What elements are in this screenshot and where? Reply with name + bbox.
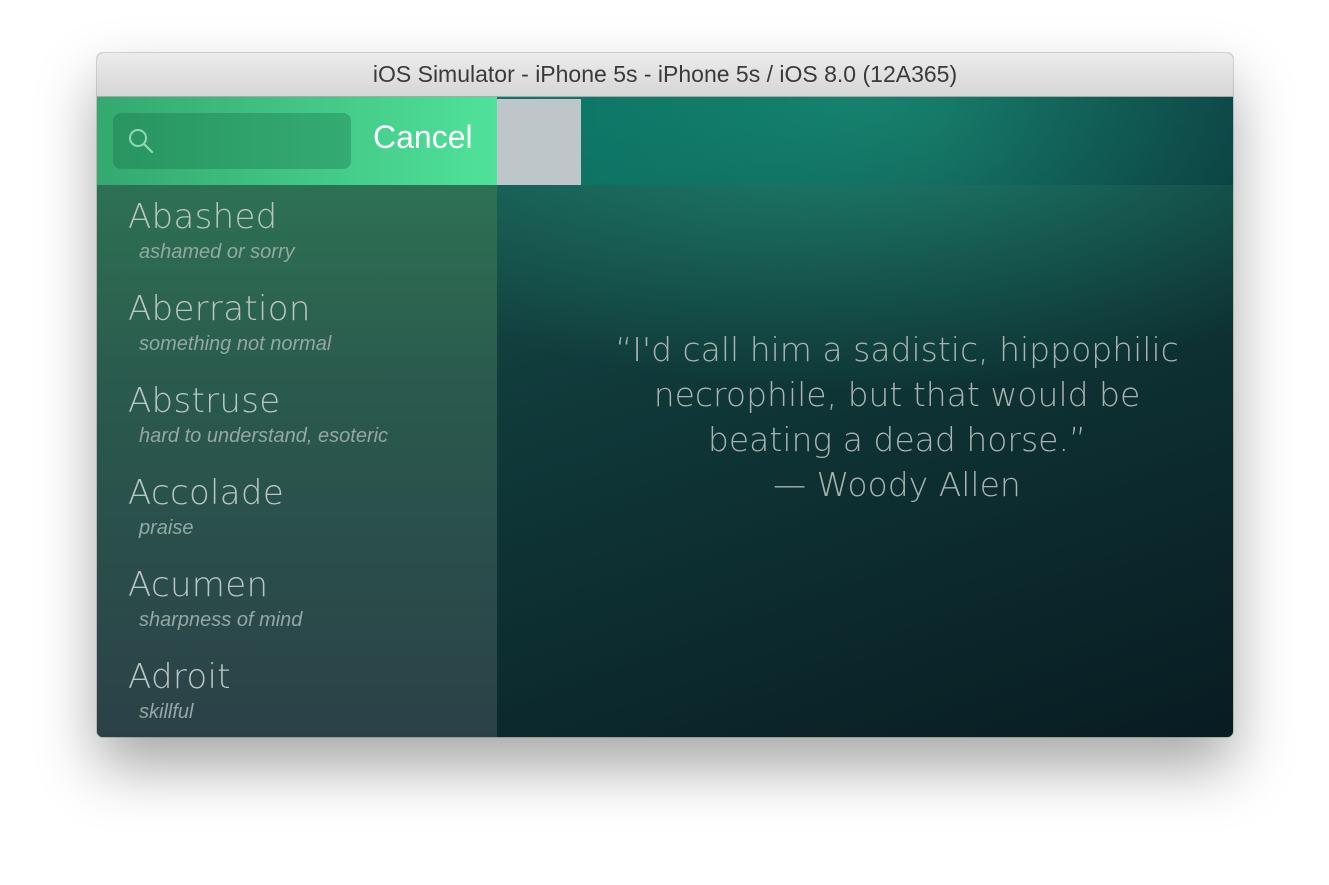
search-icon [129,129,154,154]
word-title: Abstruse [128,381,281,421]
quote-line-2: necrophile, but that would be [653,375,1141,414]
word-title: Accolade [128,473,285,513]
word-list: Abashed ashamed or sorry Aberration some… [97,185,497,737]
word-definition: something not normal [139,333,332,355]
word-title: Adroit [128,657,231,697]
list-item[interactable]: Adroit skillful [97,645,497,737]
word-definition: sharpness of mind [139,609,303,631]
list-item[interactable]: Accolade praise [97,461,497,553]
word-title: Acumen [128,565,269,605]
list-item[interactable]: Aberration something not normal [97,277,497,369]
search-bar: Cancel [97,97,497,185]
placeholder-block [497,99,581,185]
quote-block: “I'd call him a sadistic, hippophilic ne… [537,327,1233,507]
word-title: Aberration [128,289,311,329]
cancel-button[interactable]: Cancel [373,119,473,156]
quote-author: — Woody Allen [773,465,1021,504]
window-titlebar[interactable]: iOS Simulator - iPhone 5s - iPhone 5s / … [97,53,1233,97]
word-definition: ashamed or sorry [139,241,295,263]
device-screen: “I'd call him a sadistic, hippophilic ne… [97,97,1233,737]
search-input[interactable] [113,113,351,169]
word-definition: hard to understand, esoteric [139,425,389,447]
list-item[interactable]: Abstruse hard to understand, esoteric [97,369,497,461]
word-definition: skillful [139,701,194,723]
header-background [497,97,1233,185]
quote-line-3: beating a dead horse.” [707,420,1087,459]
simulator-window: iOS Simulator - iPhone 5s - iPhone 5s / … [97,53,1233,737]
list-item[interactable]: Acumen sharpness of mind [97,553,497,645]
word-title: Abashed [128,197,278,237]
word-panel: Cancel Abashed ashamed or sorry Aberrati… [97,97,497,737]
quote-line-1: “I'd call him a sadistic, hippophilic [615,330,1179,369]
word-definition: praise [139,517,194,539]
window-title: iOS Simulator - iPhone 5s - iPhone 5s / … [372,61,958,87]
list-item[interactable]: Abashed ashamed or sorry [97,185,497,277]
